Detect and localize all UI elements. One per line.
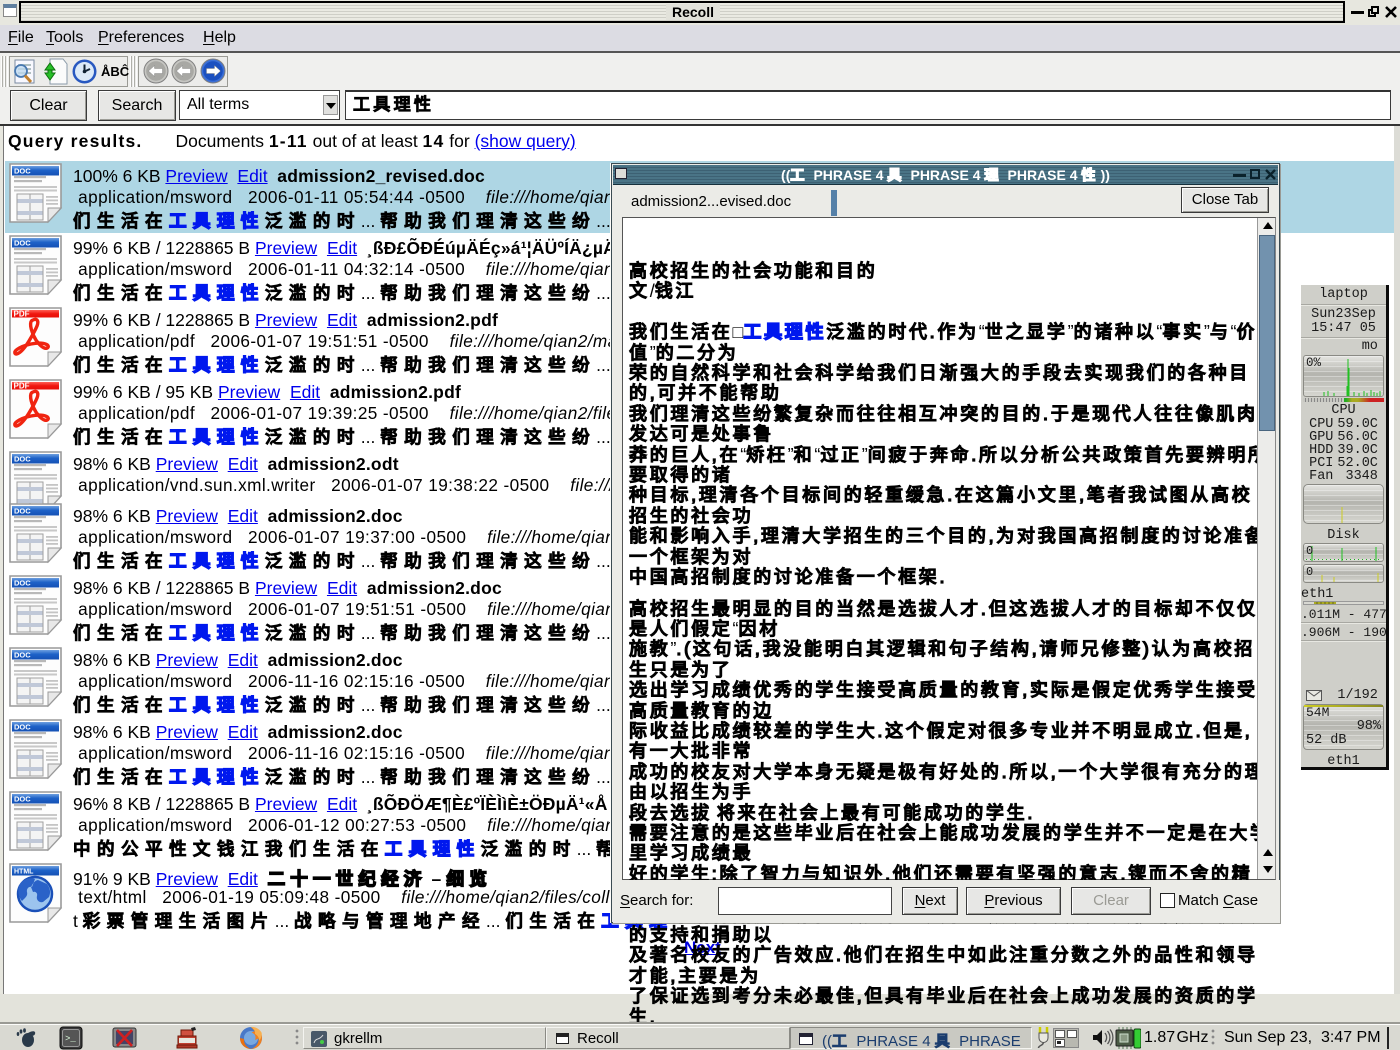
svg-text:PDF: PDF xyxy=(14,310,30,319)
svg-text:>_: >_ xyxy=(65,1034,76,1044)
svg-text:PDF: PDF xyxy=(14,382,30,391)
svg-text:DOC: DOC xyxy=(14,507,31,516)
svg-text:DOC: DOC xyxy=(14,167,31,176)
svg-text:HTML: HTML xyxy=(14,869,34,876)
svg-text:DOC: DOC xyxy=(14,795,31,804)
svg-text:DOC: DOC xyxy=(14,455,31,464)
svg-text:DOC: DOC xyxy=(14,239,31,248)
svg-text:DOC: DOC xyxy=(14,723,31,732)
svg-text:DOC: DOC xyxy=(14,579,31,588)
svg-text:DOC: DOC xyxy=(14,651,31,660)
